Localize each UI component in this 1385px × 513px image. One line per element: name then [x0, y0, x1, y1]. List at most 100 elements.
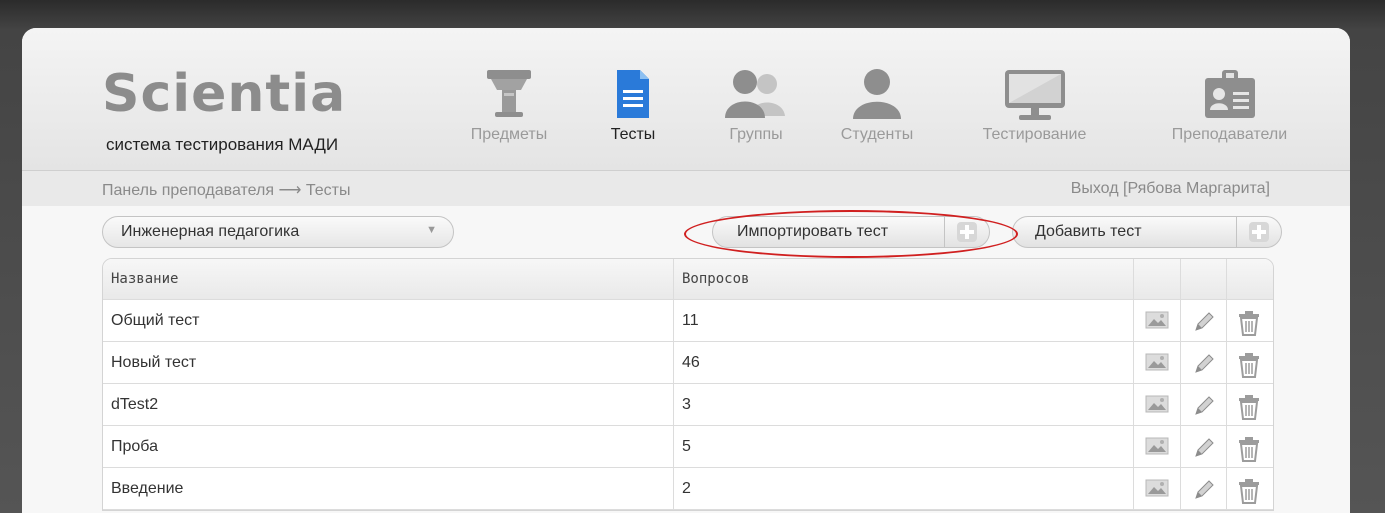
- table-header-row: Название Вопросов: [103, 259, 1273, 300]
- column-header-blank: [1181, 259, 1227, 299]
- add-test-label: Добавить тест: [1035, 223, 1142, 240]
- table-row[interactable]: dTest2 3: [103, 384, 1273, 426]
- nav-label-subjects: Предметы: [470, 126, 548, 143]
- table-body: Общий тест 11 Новый тест 46 dTest2 3 Про…: [103, 300, 1273, 510]
- tests-table: Название Вопросов Общий тест 11 Новый те…: [102, 258, 1274, 511]
- nav-item-groups[interactable]: Группы: [706, 68, 806, 143]
- plus-icon: [957, 222, 977, 242]
- lectern-icon: [487, 70, 531, 117]
- questions-count: 5: [682, 438, 691, 455]
- questions-count: 3: [682, 396, 691, 413]
- questions-count: 46: [682, 354, 700, 371]
- column-header-blank: [1227, 259, 1273, 299]
- test-name: dTest2: [111, 396, 159, 413]
- test-name: Введение: [111, 480, 184, 497]
- column-header-name[interactable]: Название: [103, 259, 674, 299]
- image-icon[interactable]: [1145, 436, 1169, 456]
- delete-action-cell: [1227, 342, 1273, 383]
- user-icon: [853, 69, 901, 119]
- edit-action-cell: [1181, 384, 1227, 425]
- edit-action-cell: [1181, 468, 1227, 509]
- pencil-icon[interactable]: [1192, 394, 1216, 418]
- logout-link[interactable]: Выход [Рябова Маргарита]: [1071, 180, 1270, 198]
- subject-select-value: Инженерная педагогика: [121, 223, 300, 240]
- nav-item-teachers[interactable]: Преподаватели: [1147, 68, 1312, 143]
- id-badge-icon: [1204, 70, 1255, 118]
- logo-title: Scientia: [102, 64, 347, 124]
- nav-label-teachers: Преподаватели: [1171, 126, 1288, 143]
- import-plus-segment[interactable]: [944, 217, 989, 247]
- nav-label-tests: Тесты: [610, 126, 656, 143]
- pencil-icon[interactable]: [1192, 436, 1216, 460]
- document-icon: [617, 70, 649, 118]
- table-row[interactable]: Общий тест 11: [103, 300, 1273, 342]
- chevron-down-icon: ▼: [426, 224, 437, 236]
- questions-cell: 5: [674, 426, 1134, 467]
- image-action-cell: [1134, 300, 1181, 341]
- trash-icon[interactable]: [1238, 436, 1260, 462]
- logo-subtitle: система тестирования МАДИ: [106, 135, 339, 154]
- trash-icon[interactable]: [1238, 394, 1260, 420]
- nav-label-groups: Группы: [729, 126, 783, 143]
- questions-cell: 2: [674, 468, 1134, 509]
- delete-action-cell: [1227, 426, 1273, 467]
- test-name-cell: Общий тест: [103, 300, 674, 341]
- table-row[interactable]: Введение 2: [103, 468, 1273, 510]
- add-test-button[interactable]: Добавить тест: [1012, 216, 1282, 248]
- pencil-icon[interactable]: [1192, 352, 1216, 376]
- questions-count: 2: [682, 480, 691, 497]
- edit-action-cell: [1181, 300, 1227, 341]
- nav-item-subjects[interactable]: Предметы: [454, 68, 564, 143]
- test-name: Общий тест: [111, 312, 200, 329]
- add-plus-segment[interactable]: [1236, 217, 1281, 247]
- import-test-button[interactable]: Импортировать тест: [712, 216, 990, 248]
- trash-icon[interactable]: [1238, 352, 1260, 378]
- nav-label-testing: Тестирование: [982, 126, 1087, 143]
- plus-icon: [1249, 222, 1269, 242]
- test-name-cell: Проба: [103, 426, 674, 467]
- monitor-icon: [1004, 70, 1065, 120]
- nav-item-testing[interactable]: Тестирование: [962, 68, 1107, 143]
- questions-cell: 3: [674, 384, 1134, 425]
- nav-item-students[interactable]: Студенты: [822, 68, 932, 143]
- image-icon[interactable]: [1145, 394, 1169, 414]
- questions-cell: 11: [674, 300, 1134, 341]
- image-action-cell: [1134, 468, 1181, 509]
- test-name: Новый тест: [111, 354, 197, 371]
- breadcrumb: Панель преподавателя ⟶ Тесты: [102, 182, 351, 199]
- table-row[interactable]: Новый тест 46: [103, 342, 1273, 384]
- nav-item-tests[interactable]: Тесты: [598, 68, 668, 143]
- image-icon[interactable]: [1145, 352, 1169, 372]
- delete-action-cell: [1227, 468, 1273, 509]
- image-action-cell: [1134, 384, 1181, 425]
- trash-icon[interactable]: [1238, 310, 1260, 336]
- delete-action-cell: [1227, 384, 1273, 425]
- image-icon[interactable]: [1145, 478, 1169, 498]
- nav-label-students: Студенты: [840, 126, 914, 143]
- column-header-questions[interactable]: Вопросов: [674, 259, 1134, 299]
- questions-cell: 46: [674, 342, 1134, 383]
- test-name: Проба: [111, 438, 158, 455]
- breadcrumb-bar: Панель преподавателя ⟶ Тесты Выход [Рябо…: [22, 171, 1350, 206]
- group-icon: [725, 70, 785, 118]
- pencil-icon[interactable]: [1192, 310, 1216, 334]
- test-name-cell: Новый тест: [103, 342, 674, 383]
- test-name-cell: dTest2: [103, 384, 674, 425]
- pencil-icon[interactable]: [1192, 478, 1216, 502]
- trash-icon[interactable]: [1238, 478, 1260, 504]
- subject-select[interactable]: Инженерная педагогика ▼: [102, 216, 454, 248]
- image-action-cell: [1134, 426, 1181, 467]
- edit-action-cell: [1181, 342, 1227, 383]
- image-icon[interactable]: [1145, 310, 1169, 330]
- app-window: Scientia система тестирования МАДИ Предм…: [22, 28, 1350, 513]
- main-content: Инженерная педагогика ▼ Импортировать те…: [22, 206, 1350, 513]
- questions-count: 11: [682, 312, 699, 329]
- test-name-cell: Введение: [103, 468, 674, 509]
- edit-action-cell: [1181, 426, 1227, 467]
- header: Scientia система тестирования МАДИ Предм…: [22, 28, 1350, 171]
- import-test-label: Импортировать тест: [737, 223, 889, 240]
- delete-action-cell: [1227, 300, 1273, 341]
- image-action-cell: [1134, 342, 1181, 383]
- column-header-blank: [1134, 259, 1181, 299]
- table-row[interactable]: Проба 5: [103, 426, 1273, 468]
